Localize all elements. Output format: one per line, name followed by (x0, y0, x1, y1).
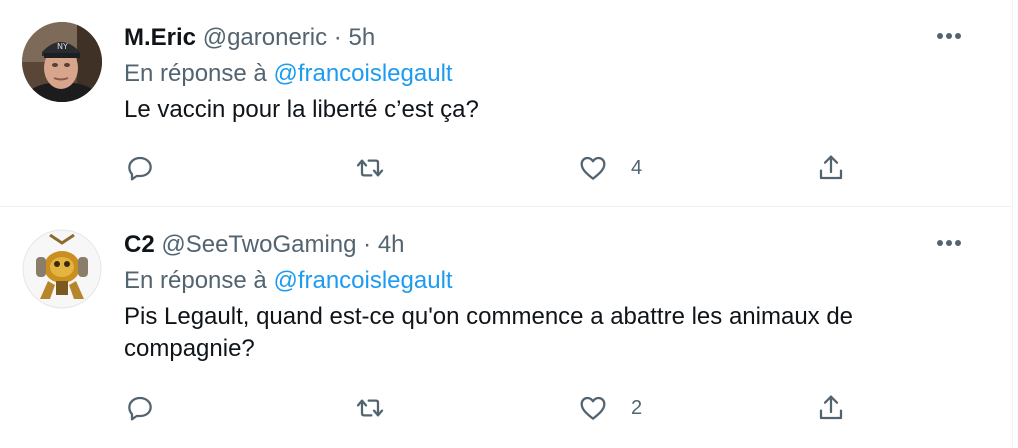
reply-icon (128, 396, 152, 421)
share-button[interactable] (815, 148, 847, 188)
reply-button[interactable] (124, 148, 156, 188)
tweet[interactable]: NY M.Eric @garoneric · 5h En réponse à @… (0, 0, 1012, 207)
share-icon (819, 395, 843, 420)
heart-icon (580, 156, 606, 180)
like-count: 2 (631, 396, 643, 419)
share-icon (819, 155, 843, 180)
retweet-icon (356, 399, 384, 417)
more-options-button[interactable] (934, 26, 964, 46)
tweet-text: Pis Legault, quand est-ce qu'on commence… (124, 303, 854, 362)
reply-button[interactable] (124, 388, 156, 428)
tweet-text: Le vaccin pour la liberté c’est ça? (124, 96, 479, 123)
retweet-button[interactable] (354, 148, 386, 188)
separator-dot: · (363, 231, 372, 258)
display-name[interactable]: C2 (124, 231, 155, 258)
avatar[interactable] (22, 229, 102, 309)
tweet-actions: 4 (124, 148, 884, 188)
reply-context: En réponse à @francoislegault (124, 58, 992, 90)
reply-mention-link[interactable]: @francoislegault (273, 60, 452, 87)
timestamp[interactable]: 4h (378, 231, 405, 258)
tweet-header: M.Eric @garoneric · 5h (124, 22, 992, 54)
tweet-actions: 2 (124, 388, 884, 428)
reply-prefix: En réponse à (124, 60, 267, 87)
heart-icon (580, 396, 606, 420)
share-button[interactable] (815, 388, 847, 428)
separator-dot: · (333, 24, 342, 51)
svg-text:NY: NY (57, 42, 68, 51)
avatar[interactable]: NY (22, 22, 102, 102)
tweet[interactable]: C2 @SeeTwoGaming · 4h En réponse à @fran… (0, 207, 1012, 448)
reply-context: En réponse à @francoislegault (124, 265, 992, 297)
retweet-button[interactable] (354, 388, 386, 428)
tweet-body: C2 @SeeTwoGaming · 4h En réponse à @fran… (124, 229, 992, 365)
user-handle[interactable]: @SeeTwoGaming (161, 231, 356, 258)
like-count: 4 (631, 156, 643, 179)
like-button[interactable]: 4 (577, 148, 642, 188)
more-horizontal-icon (937, 240, 961, 246)
replies-feed: NY M.Eric @garoneric · 5h En réponse à @… (0, 0, 1013, 448)
user-handle[interactable]: @garoneric (203, 24, 327, 51)
tweet-body: M.Eric @garoneric · 5h En réponse à @fra… (124, 22, 992, 126)
reply-icon (128, 156, 152, 181)
reply-prefix: En réponse à (124, 267, 267, 294)
more-options-button[interactable] (934, 233, 964, 253)
profile-photo-man-cap-icon: NY (22, 22, 102, 102)
retweet-icon (356, 159, 384, 177)
tweet-header: C2 @SeeTwoGaming · 4h (124, 229, 992, 261)
like-button[interactable]: 2 (577, 388, 642, 428)
robot-character-icon (22, 229, 102, 309)
reply-mention-link[interactable]: @francoislegault (273, 267, 452, 294)
more-horizontal-icon (937, 33, 961, 39)
display-name[interactable]: M.Eric (124, 24, 196, 51)
timestamp[interactable]: 5h (348, 24, 375, 51)
